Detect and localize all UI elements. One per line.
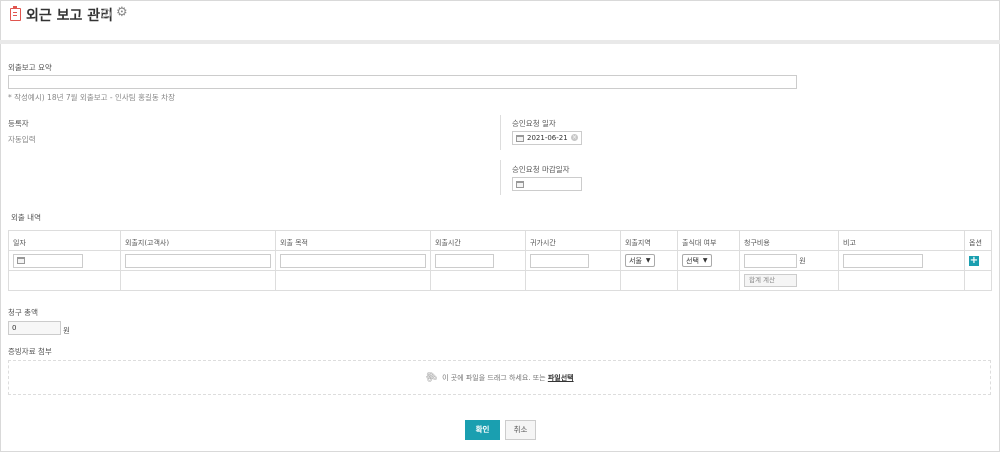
summary-hint: * 작성예시) 18년 7월 외출보고 - 인사팀 홍길동 차장 [8,93,175,102]
chevron-down-icon: ▼ [645,257,651,264]
currency-unit: 원 [799,256,806,265]
cancel-button[interactable]: 취소 [505,420,536,440]
purpose-input[interactable] [280,253,426,268]
info-icon[interactable]: i [101,9,111,19]
outing-section-label: 외출 내역 [11,213,41,222]
calculate-total-button[interactable]: 합계 계산 [744,274,797,287]
confirm-button[interactable]: 확인 [465,420,500,440]
page-header: 외근 보고 관리 i ⚙ [0,0,1000,44]
approval-date-label: 승인요청 일자 [512,119,556,128]
divider [500,160,501,195]
column-header: 옵션 [964,230,992,251]
total-unit: 원 [63,326,70,335]
summary-input[interactable] [8,75,797,89]
column-header: 청구비용 [739,230,839,251]
add-row-button[interactable]: + [969,255,979,266]
dropzone-text: 🖇 이 곳에 파일을 드래그 하세요. 또는 파일선택 [9,361,990,395]
column-header: 귀가시간 [525,230,621,251]
calendar-icon [516,134,524,142]
approval-date-value: 2021-06-21 [527,134,568,142]
divider [500,115,501,150]
destination-input[interactable] [125,253,271,268]
file-dropzone[interactable]: 🖇 이 곳에 파일을 드래그 하세요. 또는 파일선택 [8,360,991,395]
column-header: 비고 [838,230,965,251]
page-title: 외근 보고 관리 [26,8,114,24]
column-header: 외출지역 [620,230,678,251]
column-header: 외출 목적 [275,230,431,251]
drop-instruction: 이 곳에 파일을 드래그 하세요. 또는 [442,374,546,382]
column-header: 출식대 여부 [677,230,740,251]
file-select-link[interactable]: 파일선택 [548,374,574,382]
outing-table: 일자 외출지(고객사) 외출 목적 외출시간 귀가시간 외출지역 출식대 여부 … [8,230,992,291]
clear-icon[interactable]: × [571,134,578,141]
date-input[interactable] [13,253,83,268]
return-time-input[interactable] [530,253,589,268]
note-input[interactable] [843,253,923,268]
registrant-value: 자동입력 [8,135,36,144]
column-header: 외출지(고객사) [120,230,276,251]
column-header: 일자 [8,230,121,251]
approval-date-input[interactable]: 2021-06-21 × [512,131,582,145]
table-header-row: 일자 외출지(고객사) 외출 목적 외출시간 귀가시간 외출지역 출식대 여부 … [8,230,992,251]
clipboard-icon [10,6,21,21]
table-row: 서울 ▼ 선택 ▼ 원 + [8,250,992,271]
summary-label: 외출보고 요약 [8,63,52,72]
total-label: 청구 총액 [8,308,38,317]
calendar-icon [516,180,524,188]
calendar-icon [17,257,25,264]
chevron-down-icon: ▼ [702,257,708,264]
region-select[interactable]: 서울 ▼ [625,254,655,267]
meal-select[interactable]: 선택 ▼ [682,254,712,267]
approval-deadline-label: 승인요청 마감일자 [512,165,570,174]
attachment-label: 증빙자료 첨부 [8,347,52,356]
cost-input[interactable] [744,253,797,268]
departure-time-input[interactable] [435,253,494,268]
meal-select-value: 선택 [686,256,699,265]
column-header: 외출시간 [430,230,526,251]
region-select-value: 서울 [629,256,642,265]
table-row: 합계 계산 [8,270,992,291]
total-input: 0 [8,321,61,335]
registrant-label: 등록자 [8,119,29,128]
gear-icon[interactable]: ⚙ [116,6,128,20]
approval-deadline-input[interactable] [512,177,582,191]
